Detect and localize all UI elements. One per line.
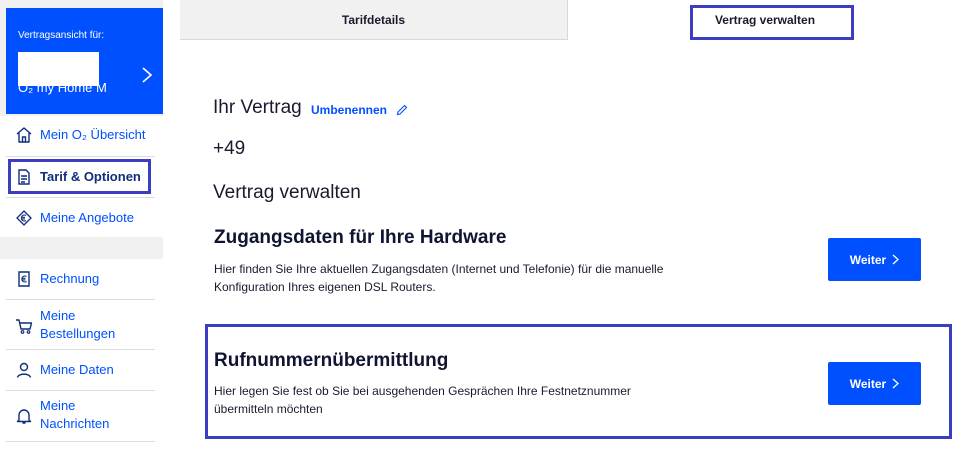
contract-name: O₂ my Home M bbox=[18, 80, 107, 95]
divider bbox=[6, 299, 155, 300]
cart-icon bbox=[16, 319, 33, 334]
sidebar-item-messages[interactable]: Meine Nachrichten bbox=[0, 397, 163, 437]
pencil-icon[interactable] bbox=[396, 104, 408, 116]
sidebar-item-overview[interactable]: Mein O₂ Übersicht bbox=[0, 126, 163, 146]
section-description-access-data: Hier finden Sie Ihre aktuellen Zugangsda… bbox=[214, 262, 664, 294]
divider bbox=[6, 441, 155, 442]
sidebar-item-label-line2: Nachrichten bbox=[40, 416, 110, 431]
rename-link[interactable]: Umbenennen bbox=[311, 103, 387, 117]
sidebar-item-orders[interactable]: Meine Bestellungen bbox=[0, 307, 163, 347]
contract-selector-label: Vertragsansicht für: bbox=[18, 30, 105, 41]
manage-title: Vertrag verwalten bbox=[213, 182, 361, 203]
divider bbox=[6, 390, 155, 391]
tab-label: Tarifdetails bbox=[341, 12, 406, 27]
sidebar-item-label: Meine Angebote bbox=[40, 210, 134, 225]
sidebar-item-my-data[interactable]: Meine Daten bbox=[0, 361, 163, 381]
euro-tag-icon bbox=[16, 210, 32, 226]
highlight-box-tariff-options bbox=[8, 159, 151, 194]
highlight-box-caller-id-section bbox=[205, 324, 952, 439]
tab-tariff-details[interactable]: Tarifdetails bbox=[180, 0, 568, 40]
sidebar-item-label-line2: Bestellungen bbox=[40, 326, 116, 341]
button-label: Weiter bbox=[849, 252, 887, 267]
chevron-right-icon bbox=[142, 67, 153, 83]
sidebar-item-label: Meine Daten bbox=[40, 362, 114, 377]
sidebar-item-invoice[interactable]: Rechnung bbox=[0, 270, 163, 290]
person-icon bbox=[16, 362, 32, 378]
sidebar: Vertragsansicht für: O₂ my Home M Mein O… bbox=[0, 0, 163, 458]
phone-number: +49 bbox=[213, 138, 246, 159]
bell-icon bbox=[16, 409, 32, 424]
access-data-continue-button[interactable]: Weiter bbox=[828, 238, 921, 281]
divider bbox=[6, 349, 155, 350]
contract-title: Ihr Vertrag bbox=[213, 97, 302, 118]
nav-group-account: Rechnung Meine Bestellungen Meine Daten bbox=[0, 259, 163, 458]
section-title-access-data: Zugangsdaten für Ihre Hardware bbox=[214, 227, 507, 248]
divider bbox=[6, 156, 155, 157]
contract-selector[interactable]: Vertragsansicht für: O₂ my Home M bbox=[6, 8, 163, 114]
sidebar-item-label: Rechnung bbox=[40, 271, 100, 286]
invoice-euro-icon bbox=[18, 271, 30, 287]
highlight-box-manage-contract-tab bbox=[690, 5, 854, 40]
divider bbox=[6, 197, 155, 198]
sidebar-item-label-line1: Meine bbox=[40, 398, 76, 413]
sidebar-item-label: Mein O₂ Übersicht bbox=[40, 127, 146, 142]
sidebar-item-offers[interactable]: Meine Angebote bbox=[0, 209, 163, 229]
chevron-right-icon bbox=[892, 254, 900, 265]
home-icon bbox=[16, 127, 32, 143]
sidebar-item-label-line1: Meine bbox=[40, 308, 76, 323]
